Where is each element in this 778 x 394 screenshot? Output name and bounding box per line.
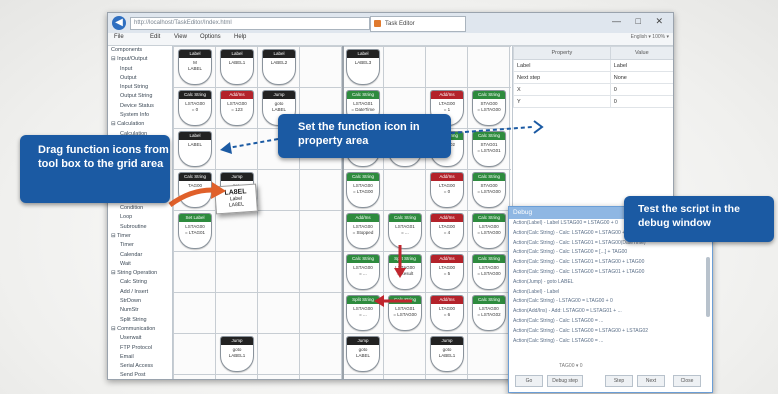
flow-arrow-left-head	[374, 295, 384, 307]
property-dash-left	[227, 138, 279, 149]
step-button[interactable]: Step	[605, 375, 633, 387]
go-button[interactable]: Go	[515, 375, 543, 387]
debug-line: Action(Label) - Label	[513, 288, 560, 295]
debug-line: Action(Calc String) - Calc: LSTAG00 = LS…	[513, 268, 645, 275]
debug-step-button[interactable]: Debug step	[547, 375, 583, 387]
close-button[interactable]: Close	[673, 375, 701, 387]
debug-line: Action(Calc String) - Calc: LSTAG00 = LS…	[513, 327, 649, 334]
drag-arrow-head	[211, 182, 226, 199]
debug-line: Action(Calc String) - Calc: LSTAG00 = [.…	[513, 249, 628, 256]
debug-line: Action(Add/Ins) - Add: LSTAG00 = LSTAG01…	[513, 308, 622, 315]
drag-callout: Drag function icons from tool box to the…	[20, 135, 170, 203]
debug-scrollbar[interactable]	[706, 257, 710, 317]
drag-arrow	[168, 187, 213, 208]
flow-arrow-down-head	[394, 268, 406, 278]
next-button[interactable]: Next	[637, 375, 665, 387]
property-dash-left-head	[220, 142, 232, 154]
debug-controls: TAG00 ▾ 0 Go Debug step Step Next Close	[509, 363, 712, 389]
debug-line: Action(Calc String) - LSTAG00 = LTAG00 +…	[513, 298, 613, 305]
debug-line: Action(Calc String) - Calc: LSTAG01 = LS…	[513, 259, 645, 266]
debug-input[interactable]: TAG00 ▾ 0	[559, 363, 583, 369]
debug-line: Action(Calc String) - Calc: LSTAG00 = ..…	[513, 337, 604, 344]
debug-line: Action(Jump) - goto LABEL	[513, 278, 574, 285]
property-dash-right	[450, 126, 533, 134]
property-dash-right-head	[533, 120, 544, 134]
debug-callout: Test the script in the debug window	[624, 196, 774, 242]
property-callout: Set the function icon in property area	[278, 114, 451, 158]
debug-line: Action(Calc String) - Calc: LSTAG00 = ..…	[513, 317, 604, 324]
